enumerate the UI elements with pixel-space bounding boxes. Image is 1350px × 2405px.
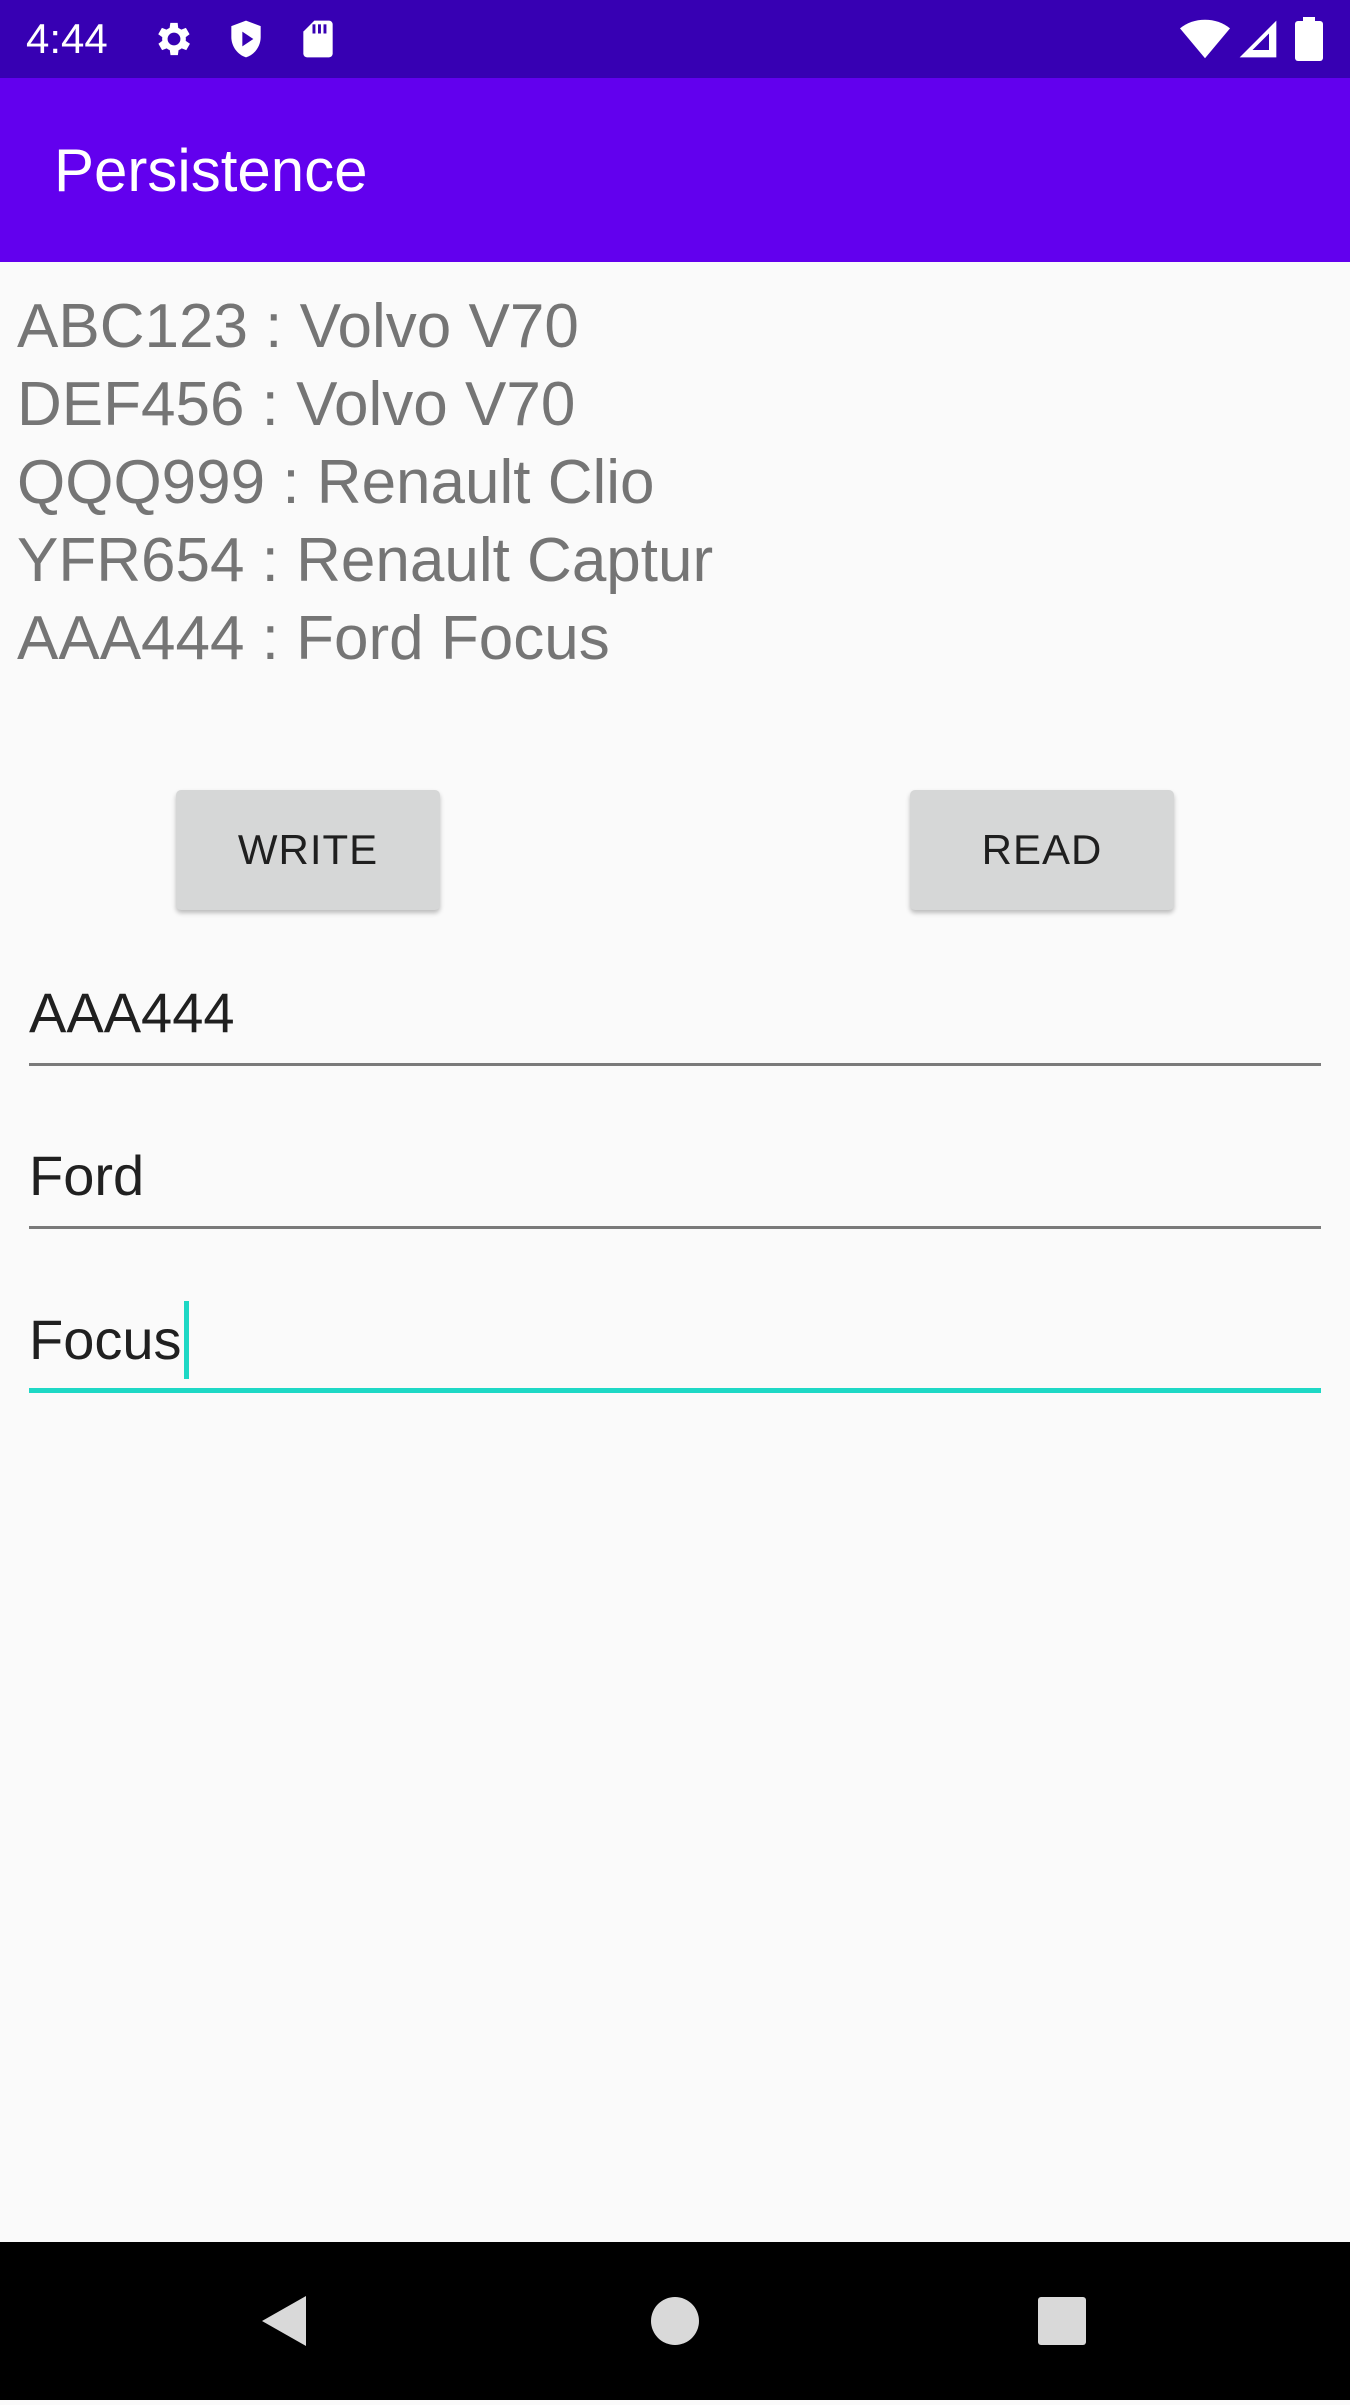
- read-button[interactable]: READ: [910, 790, 1174, 910]
- list-item: QQQ999 : Renault Clio: [17, 448, 655, 517]
- list-item: AAA444 : Ford Focus: [17, 604, 610, 673]
- text-cursor: [183, 1301, 189, 1380]
- model-field-content: Focus: [29, 1301, 189, 1380]
- shield-icon: [224, 17, 268, 61]
- signal-icon: [1236, 17, 1280, 61]
- sd-card-icon: [296, 17, 340, 61]
- app-title: Persistence: [54, 137, 368, 204]
- make-field-value: Ford: [29, 1144, 145, 1207]
- plate-field[interactable]: AAA444: [29, 966, 1321, 1066]
- list-item: ABC123 : Volvo V70: [17, 292, 579, 361]
- plate-field-value: AAA444: [29, 981, 235, 1044]
- settings-icon: [152, 17, 196, 61]
- navigation-bar: [0, 2242, 1350, 2400]
- car-list: ABC123 : Volvo V70 DEF456 : Volvo V70 QQ…: [17, 288, 1317, 678]
- list-item: YFR654 : Renault Captur: [17, 526, 714, 595]
- battery-icon: [1294, 17, 1324, 61]
- status-time: 4:44: [26, 15, 108, 62]
- write-button[interactable]: WRITE: [176, 790, 440, 910]
- recents-icon[interactable]: [1002, 2242, 1122, 2400]
- back-icon[interactable]: [222, 2242, 342, 2400]
- list-item: DEF456 : Volvo V70: [17, 370, 576, 439]
- wifi-icon: [1180, 17, 1230, 61]
- model-field[interactable]: Focus: [29, 1293, 1321, 1393]
- status-bar: 4:44: [0, 0, 1350, 78]
- model-field-value: Focus: [29, 1308, 182, 1371]
- app-bar: Persistence: [0, 78, 1350, 262]
- home-icon[interactable]: [615, 2242, 735, 2400]
- make-field[interactable]: Ford: [29, 1129, 1321, 1229]
